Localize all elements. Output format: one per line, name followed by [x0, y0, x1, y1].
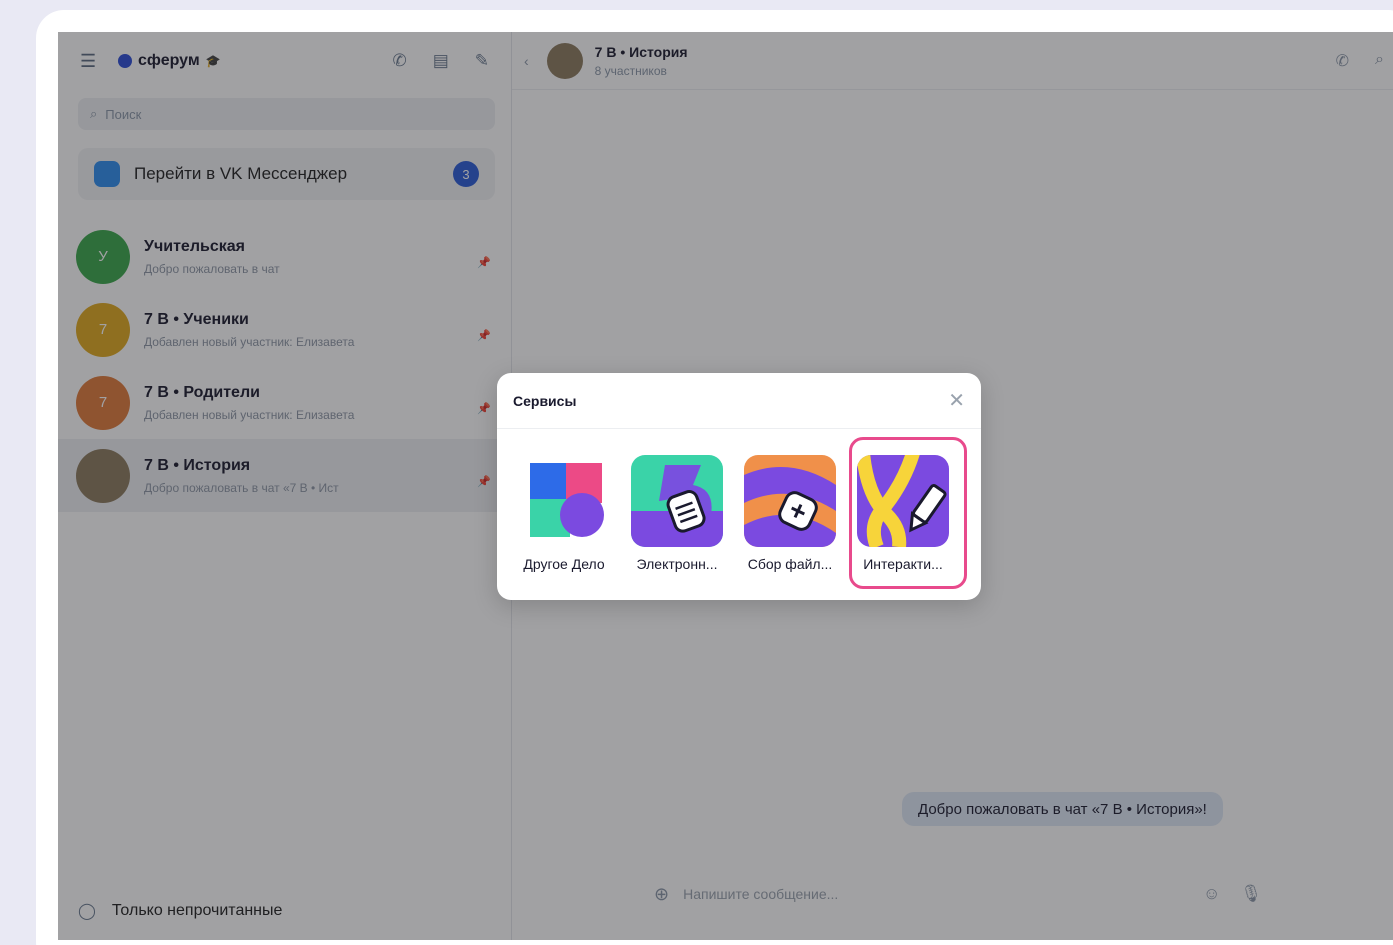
close-icon[interactable]: ✕	[948, 391, 965, 411]
service-file-collection[interactable]: Сбор файл...	[743, 455, 837, 572]
drugoe-delo-icon	[518, 455, 610, 547]
services-list: Другое Дело Электронн... Сбор файл... Ин…	[497, 429, 981, 572]
interactive-board-icon	[857, 455, 949, 547]
service-label: Другое Дело	[523, 556, 605, 572]
file-collection-icon	[744, 455, 836, 547]
service-label: Интеракти...	[863, 556, 943, 572]
modal-title: Сервисы	[513, 392, 577, 409]
service-drugoe-delo[interactable]: Другое Дело	[517, 455, 611, 572]
services-modal: Сервисы ✕ Другое Дело Электронн... Сбор …	[497, 373, 981, 600]
electronic-journal-icon	[631, 455, 723, 547]
service-label: Электронн...	[636, 556, 718, 572]
service-interactive-board[interactable]: Интеракти...	[856, 455, 950, 572]
service-label: Сбор файл...	[747, 556, 833, 572]
service-electronic-journal[interactable]: Электронн...	[630, 455, 724, 572]
